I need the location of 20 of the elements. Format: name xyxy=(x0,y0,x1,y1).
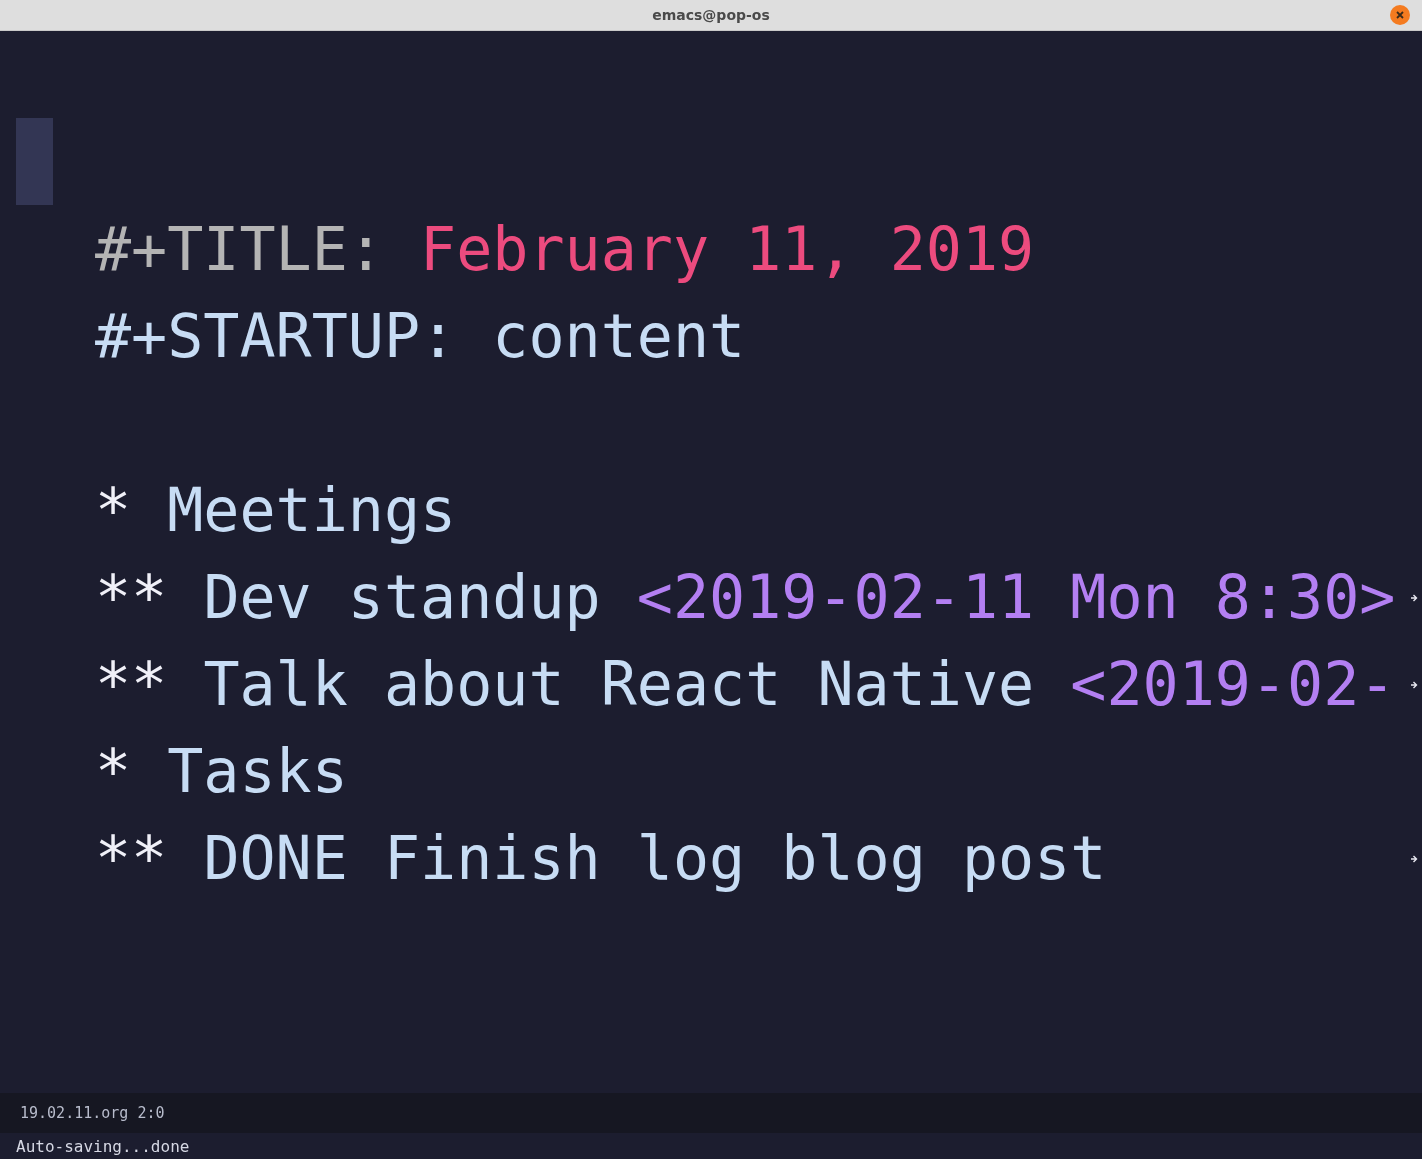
close-icon xyxy=(1394,9,1406,21)
heading-stars: ** xyxy=(95,648,169,719)
heading-text: Meetings xyxy=(167,474,457,545)
heading-text: Dev standup xyxy=(203,561,602,632)
close-button[interactable] xyxy=(1390,5,1410,25)
heading-text: Talk about React Native xyxy=(203,648,1036,719)
heading-text: DONE Finish log blog post xyxy=(203,822,1107,893)
buffer-status: 19.02.11.org 2:0 xyxy=(20,1104,165,1122)
timestamp-text: <2019-02-11 Mon 8:30> xyxy=(636,561,1396,632)
heading-stars: * xyxy=(95,735,133,806)
startup-text: #+STARTUP: content xyxy=(95,300,746,371)
heading-stars: ** xyxy=(95,561,169,632)
window-title: emacs@pop-os xyxy=(652,7,770,23)
title-text: February 11, 2019 xyxy=(420,213,1035,284)
heading-stars: ** xyxy=(95,822,169,893)
timestamp-text: <2019-02- xyxy=(1070,648,1396,719)
heading-stars: * xyxy=(95,474,133,545)
keyword-text: #+TITLE: xyxy=(95,213,385,284)
heading-text: Tasks xyxy=(167,735,348,806)
echo-message: Auto-saving...done xyxy=(16,1136,190,1156)
